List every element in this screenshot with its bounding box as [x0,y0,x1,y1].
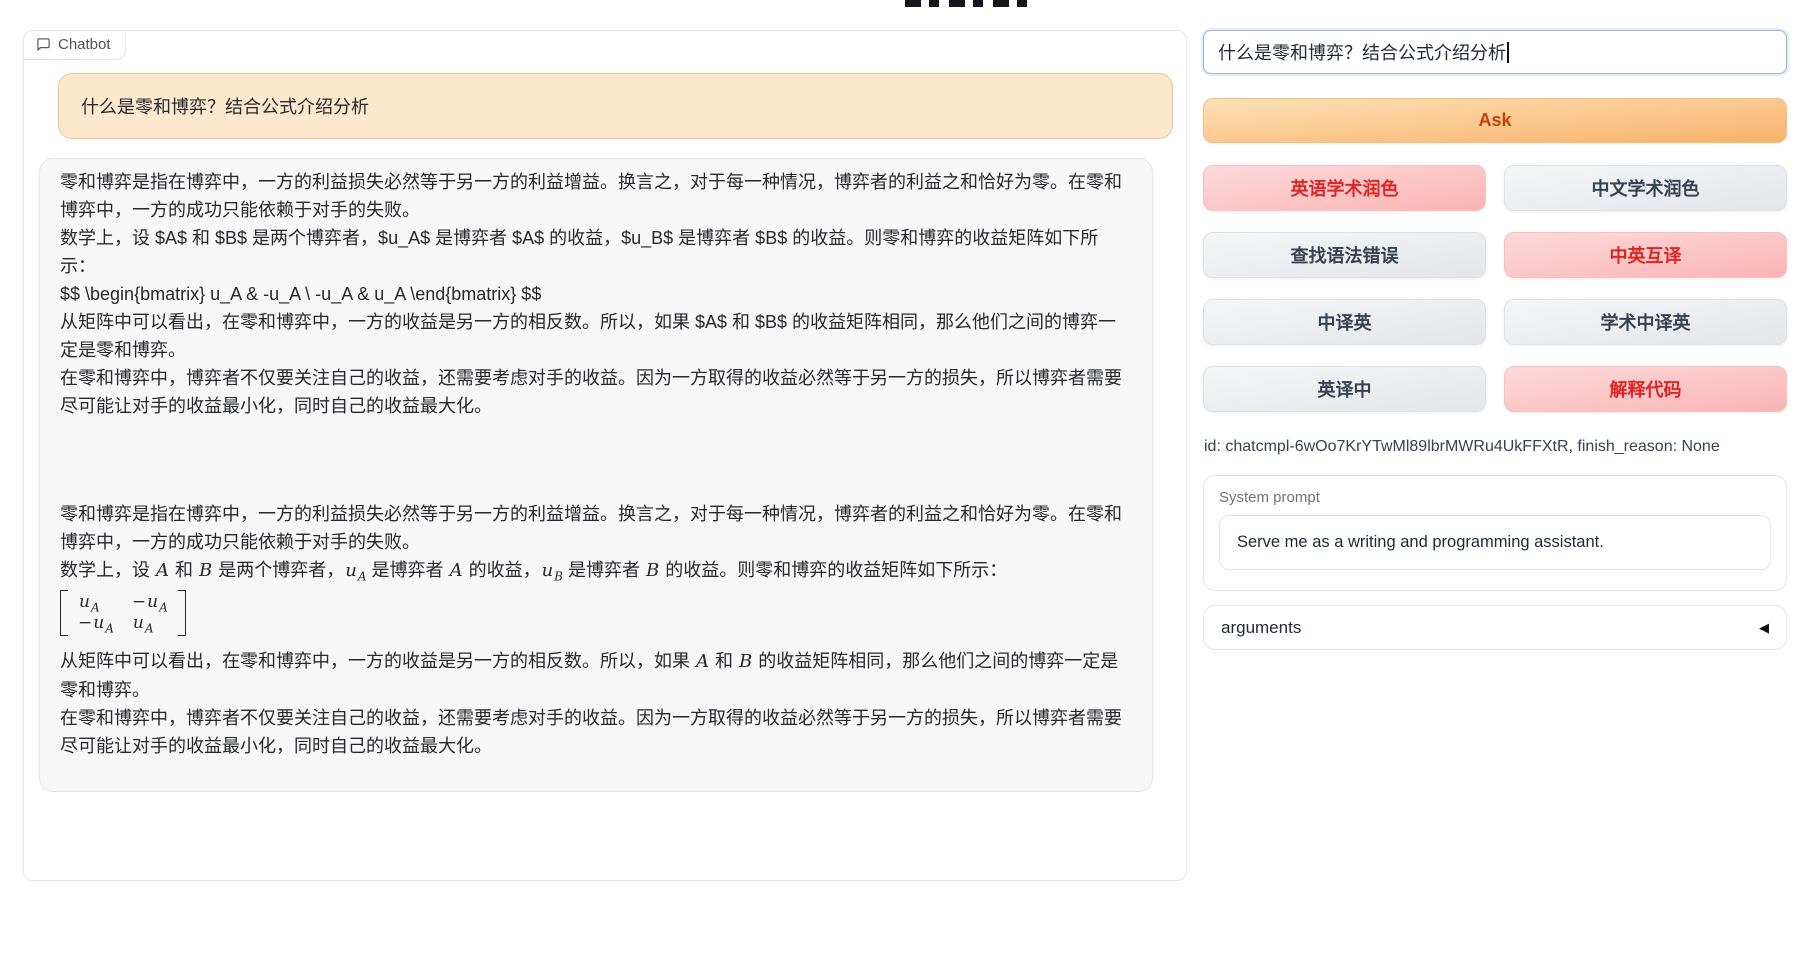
payoff-matrix-line: uA−uA−uAuA [60,585,1126,647]
en-to-zh-translation-button[interactable]: 英译中 [1203,366,1486,412]
bot-message-paragraph: $$ \begin{bmatrix} u_A & -u_A \ -u_A & u… [60,280,1126,308]
quick-action-grid: 英语学术润色中文学术润色查找语法错误中英互译中译英学术中译英英译中解释代码 [1203,165,1787,412]
academic-zh-to-en-button[interactable]: 学术中译英 [1504,299,1787,345]
arguments-accordion[interactable]: arguments ◀ [1203,605,1787,650]
system-prompt-label: System prompt [1219,489,1771,506]
bot-message-paragraph: 数学上，设 $A$ 和 $B$ 是两个博弈者，$u_A$ 是博弈者 $A$ 的收… [60,224,1126,280]
ask-button[interactable]: Ask [1203,98,1787,143]
bot-message-paragraph: 在零和博弈中，博弈者不仅要关注自己的收益，还需要考虑对手的收益。因为一方取得的收… [60,704,1126,760]
bot-message-paragraph: 从矩阵中可以看出，在零和博弈中，一方的收益是另一方的相反数。所以，如果 $A$ … [60,308,1126,364]
zh-en-mutual-translation-button[interactable]: 中英互译 [1504,232,1787,278]
accordion-collapse-icon: ◀ [1759,620,1769,636]
bot-message-paragraph: 数学上，设 A 和 B 是两个博弈者，uA 是博弈者 A 的收益，uB 是博弈者… [60,556,1126,585]
payoff-matrix: uA−uA−uAuA [60,590,186,636]
question-input-value: 什么是零和博弈？结合公式介绍分析 [1218,39,1506,65]
matrix-cell: uA [132,613,168,634]
matrix-cell: −uA [132,592,168,613]
bot-message-paragraph: 零和博弈是指在博弈中，一方的利益损失必然等于另一方的利益增益。换言之，对于每一种… [60,168,1126,224]
chatbot-label-text: Chatbot [58,36,111,53]
system-prompt-input[interactable]: Serve me as a writing and programming as… [1219,515,1771,570]
find-grammar-errors-button[interactable]: 查找语法错误 [1203,232,1486,278]
bot-message-paragraph: 零和博弈是指在博弈中，一方的利益损失必然等于另一方的利益增益。换言之，对于每一种… [60,500,1126,556]
chat-bubble-icon [36,37,51,52]
english-academic-polish-button[interactable]: 英语学术润色 [1203,165,1486,211]
completion-status-text: id: chatcmpl-6wOo7KrYTwMl89lbrMWRu4UkFFX… [1204,438,1720,456]
bot-message-bubble: 零和博弈是指在博弈中，一方的利益损失必然等于另一方的利益增益。换言之，对于每一种… [39,158,1153,792]
matrix-cell: −uA [78,613,114,634]
chinese-academic-polish-button[interactable]: 中文学术润色 [1504,165,1787,211]
text-cursor [1507,42,1509,63]
user-message-bubble: 什么是零和博弈？结合公式介绍分析 [58,73,1173,139]
clipped-page-title [905,0,1037,7]
chatbot-label: Chatbot [23,30,126,60]
bot-message-paragraph: 从矩阵中可以看出，在零和博弈中，一方的收益是另一方的相反数。所以，如果 A 和 … [60,647,1126,704]
question-input[interactable]: 什么是零和博弈？结合公式介绍分析 [1203,30,1787,74]
bot-message-paragraph: 在零和博弈中，博弈者不仅要关注自己的收益，还需要考虑对手的收益。因为一方取得的收… [60,364,1126,420]
system-prompt-value: Serve me as a writing and programming as… [1237,533,1604,552]
chatbot-panel: Chatbot 什么是零和博弈？结合公式介绍分析 零和博弈是指在博弈中，一方的利… [23,30,1187,881]
explain-code-button[interactable]: 解释代码 [1504,366,1787,412]
user-message-text: 什么是零和博弈？结合公式介绍分析 [81,93,369,119]
zh-to-en-translation-button[interactable]: 中译英 [1203,299,1486,345]
paragraph-gap [60,420,1126,500]
matrix-cell: uA [78,592,114,613]
system-prompt-panel: System prompt Serve me as a writing and … [1203,475,1787,591]
accordion-label: arguments [1221,618,1301,638]
